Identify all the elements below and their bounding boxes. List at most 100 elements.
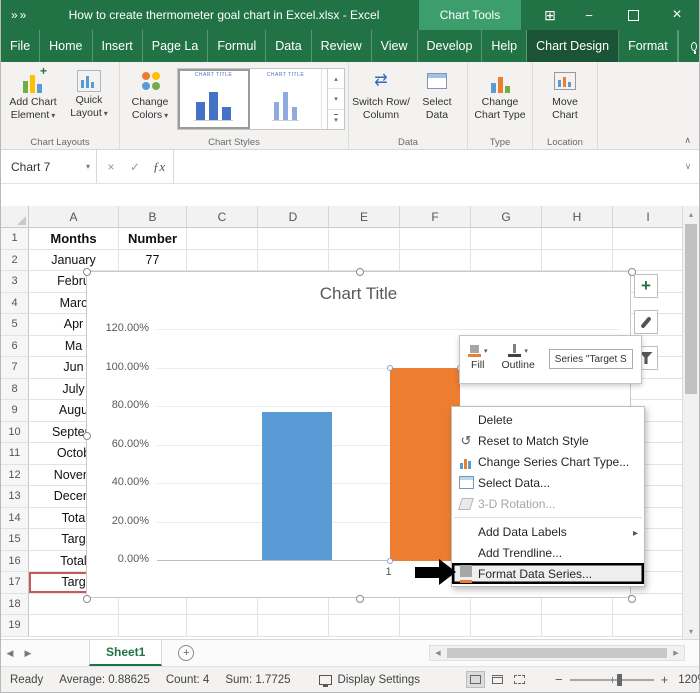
cell-a2[interactable]: January (29, 249, 119, 271)
cell-g2[interactable] (471, 249, 542, 271)
row-header-10[interactable]: 10 (1, 421, 29, 443)
tab-review[interactable]: Review (312, 30, 372, 62)
tab-data[interactable]: Data (266, 30, 312, 62)
row-header-15[interactable]: 15 (1, 529, 29, 551)
select-data-button[interactable]: Select Data (410, 65, 464, 122)
minimize-button[interactable] (567, 0, 611, 30)
menu-item-change-series-chart-type[interactable]: Change Series Chart Type... (452, 451, 644, 472)
chart-selection-handle[interactable] (83, 268, 91, 276)
horizontal-scrollbar-thumb[interactable] (447, 648, 667, 658)
chart-element-selector[interactable]: Series "Target S (548, 349, 633, 369)
chart-styles-button[interactable] (634, 310, 658, 334)
ribbon-display-options-icon[interactable] (535, 0, 565, 30)
status-count[interactable]: Count: 4 (166, 674, 209, 686)
row-header-18[interactable]: 18 (1, 593, 29, 615)
menu-item-format-data-series[interactable]: Format Data Series... (452, 563, 644, 584)
zoom-slider-thumb[interactable] (616, 673, 622, 686)
outline-button[interactable]: Outline (502, 341, 535, 378)
cell-c19[interactable] (187, 615, 258, 637)
chart-selection-handle[interactable] (355, 268, 364, 276)
cell-d1[interactable] (258, 228, 329, 250)
scroll-up-icon[interactable] (683, 206, 699, 222)
column-header-d[interactable]: D (258, 206, 329, 228)
change-chart-type-button[interactable]: Change Chart Type (471, 65, 529, 122)
chart-elements-button[interactable] (634, 274, 658, 298)
row-header-6[interactable]: 6 (1, 335, 29, 357)
change-colors-button[interactable]: Change Colors (123, 65, 177, 122)
series-selection-handle[interactable] (387, 365, 393, 371)
gallery-up-icon[interactable] (328, 69, 344, 90)
cell-c1[interactable] (187, 228, 258, 250)
gallery-more-icon[interactable] (328, 110, 344, 129)
cell-b2[interactable]: 77 (119, 249, 187, 271)
vertical-scrollbar-thumb[interactable] (685, 224, 697, 394)
horizontal-scrollbar[interactable] (429, 645, 685, 661)
normal-view-icon[interactable] (466, 671, 486, 688)
menu-item-add-trendline[interactable]: Add Trendline... (452, 542, 644, 563)
column-header-g[interactable]: G (471, 206, 542, 228)
row-header-8[interactable]: 8 (1, 378, 29, 400)
display-settings-button[interactable]: Display Settings (318, 674, 420, 687)
column-header-f[interactable]: F (400, 206, 471, 228)
row-header-4[interactable]: 4 (1, 292, 29, 314)
scroll-left-icon[interactable] (431, 649, 445, 657)
series-selection-handle[interactable] (387, 557, 393, 564)
cell-d2[interactable] (258, 249, 329, 271)
cell-h1[interactable] (542, 228, 613, 250)
tell-me-button[interactable]: Tell me (677, 30, 700, 62)
cell-i1[interactable] (613, 228, 684, 250)
cell-h19[interactable] (542, 615, 613, 637)
formula-input[interactable] (174, 150, 677, 183)
menu-item-add-data-labels[interactable]: Add Data Labels (452, 521, 644, 542)
chart-style-1[interactable]: CHART TITLE (178, 69, 250, 129)
cell-i19[interactable] (613, 615, 684, 637)
add-sheet-button[interactable] (178, 645, 195, 661)
tab-file[interactable]: File (1, 30, 41, 62)
row-header-5[interactable]: 5 (1, 314, 29, 336)
menu-item-select-data[interactable]: Select Data... (452, 472, 644, 493)
cancel-icon[interactable]: × (99, 160, 123, 174)
column-header-i[interactable]: I (613, 206, 684, 228)
cell-i2[interactable] (613, 249, 684, 271)
row-header-16[interactable]: 16 (1, 550, 29, 572)
row-header-12[interactable]: 12 (1, 464, 29, 486)
quick-access-toolbar-icon[interactable] (11, 0, 28, 30)
cell-a19[interactable] (29, 615, 119, 637)
column-header-a[interactable]: A (29, 206, 119, 228)
zoom-level[interactable]: 120% (678, 674, 700, 686)
tab-formul[interactable]: Formul (208, 30, 267, 62)
menu-item-3-d-rotation[interactable]: 3-D Rotation... (452, 493, 644, 514)
cell-g19[interactable] (471, 615, 542, 637)
row-header-9[interactable]: 9 (1, 400, 29, 422)
fill-button[interactable]: Fill (468, 341, 488, 378)
name-box[interactable]: Chart 7 (1, 150, 97, 183)
cell-g1[interactable] (471, 228, 542, 250)
row-header-17[interactable]: 17 (1, 572, 29, 594)
row-header-2[interactable]: 2 (1, 249, 29, 271)
vertical-scrollbar[interactable] (682, 206, 699, 639)
enter-icon[interactable]: ✓ (123, 160, 147, 174)
scroll-down-icon[interactable] (683, 623, 699, 639)
sheet-tab-sheet1[interactable]: Sheet1 (89, 640, 163, 666)
menu-item-reset-to-match-style[interactable]: Reset to Match Style (452, 430, 644, 451)
fill-dropdown-icon[interactable] (484, 344, 488, 356)
cell-e1[interactable] (329, 228, 400, 250)
column-header-c[interactable]: C (187, 206, 258, 228)
status-sum[interactable]: Sum: 1.7725 (225, 674, 290, 686)
column-header-b[interactable]: B (119, 206, 187, 228)
cell-d19[interactable] (258, 615, 329, 637)
row-header-19[interactable]: 19 (1, 615, 29, 637)
cell-f2[interactable] (400, 249, 471, 271)
switch-row-column-button[interactable]: Switch Row/ Column (352, 65, 410, 122)
collapse-ribbon-icon[interactable] (684, 135, 691, 146)
tab-develop[interactable]: Develop (418, 30, 483, 62)
move-chart-button[interactable]: Move Chart (536, 65, 594, 122)
chart-selection-handle[interactable] (83, 595, 91, 603)
select-all-button[interactable] (1, 206, 29, 228)
status-average[interactable]: Average: 0.88625 (59, 674, 150, 686)
chart-style-2[interactable]: CHART TITLE (250, 69, 322, 129)
page-layout-view-icon[interactable] (488, 671, 507, 688)
chart-selection-handle[interactable] (355, 595, 364, 603)
row-header-14[interactable]: 14 (1, 507, 29, 529)
chart-bar-total[interactable] (262, 411, 332, 561)
